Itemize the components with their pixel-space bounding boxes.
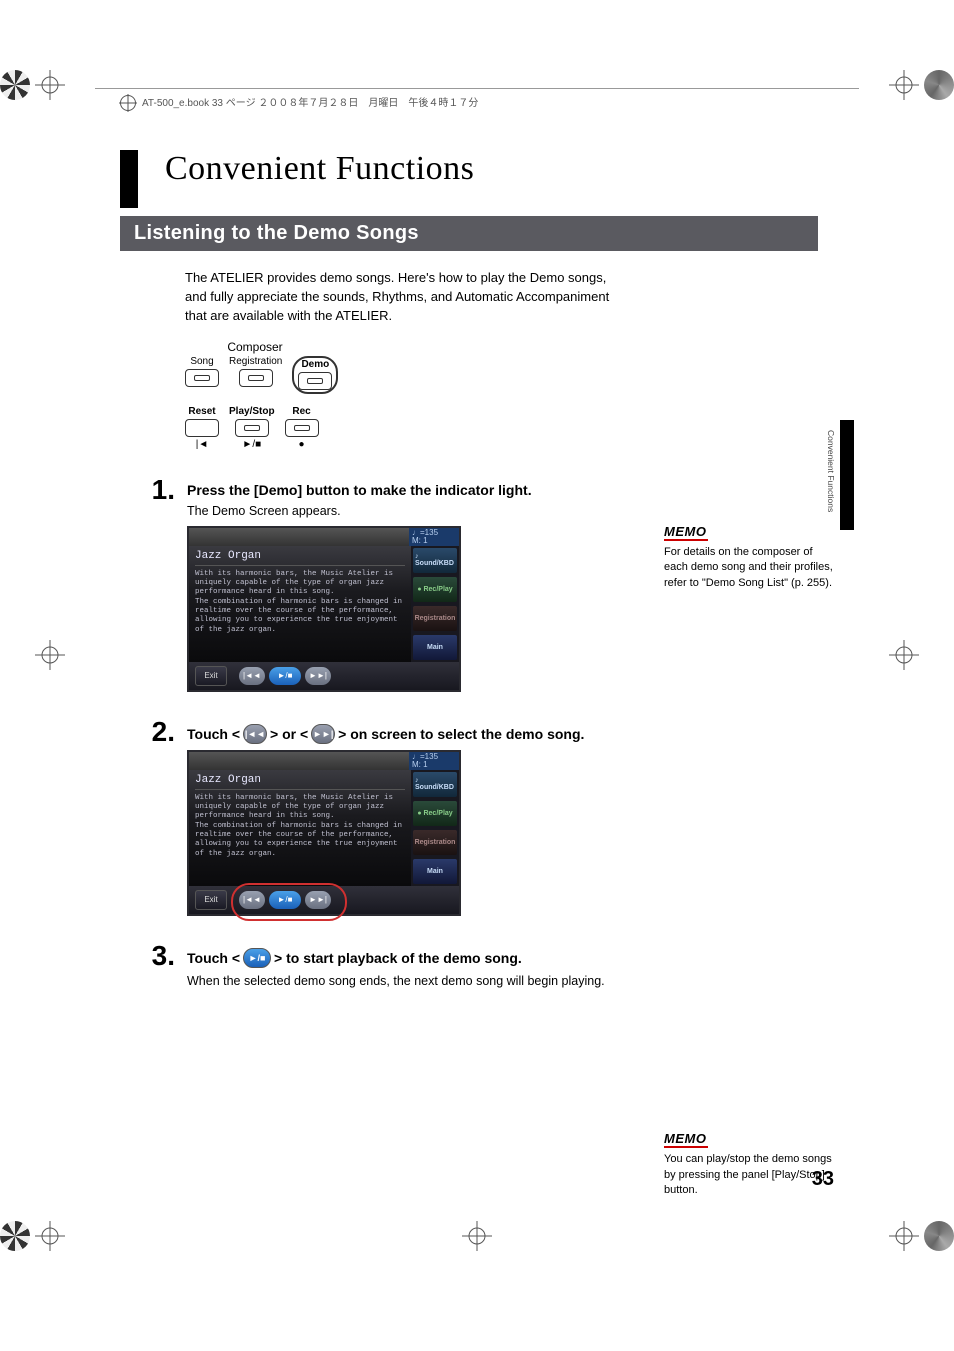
panel-btn-label: Registration [229,356,282,367]
memo-text: You can play/stop the demo songs by pres… [664,1152,834,1198]
sound-kbd-tab[interactable]: ♪ Sound/KBD [413,548,457,573]
rec-icon: ● [299,439,305,450]
panel-group-label: Composer [185,340,325,354]
chapter-title-ornament [120,150,138,208]
panel-btn-label: Reset [188,406,215,417]
rec-button [285,419,319,437]
step-number: 1. [120,476,187,504]
registration-mark [889,70,919,100]
step-number: 3. [120,942,187,970]
step-heading: Press the [Demo] button to make the indi… [187,482,630,498]
demo-screen: ♩=135M: 1 Jazz Organ With its harmonic b… [187,750,461,916]
registration-mark [35,1221,65,1251]
demo-button [298,372,332,390]
demo-song-title: Jazz Organ [195,550,405,566]
step-subtext: The Demo Screen appears. [187,504,630,518]
section-heading: Listening to the Demo Songs [120,216,818,251]
step-heading: Touch < ►/■ > to start playback of the d… [187,948,630,968]
play-stop-icon: ►/■ [242,439,261,450]
step: 1.Press the [Demo] button to make the in… [120,476,630,692]
registration-tab[interactable]: Registration [413,606,457,631]
step-body: Press the [Demo] button to make the indi… [187,476,630,692]
step-heading: Touch < |◄◄ > or < ►►| > on screen to se… [187,724,630,744]
registration-tab[interactable]: Registration [413,830,457,855]
page: AT-500_e.book 33 ページ ２００８年７月２８日 月曜日 午後４時… [0,0,954,1351]
step-body: Touch < |◄◄ > or < ►►| > on screen to se… [187,718,630,916]
panel-btn-label: Song [190,356,213,367]
tempo-display: ♩=135M: 1 [409,752,459,770]
chapter-title: Convenient Functions [165,150,834,188]
transport-panel-diagram: Reset |◄ Play/Stop ►/■ Rec ● [185,406,630,450]
memo-label: MEMO [664,524,708,541]
sound-kbd-tab[interactable]: ♪ Sound/KBD [413,772,457,797]
memo-label: MEMO [664,1131,708,1148]
song-button [185,369,219,387]
page-number: 33 [812,1168,834,1191]
print-mark-color [924,1221,954,1251]
exit-button[interactable]: Exit [195,666,227,686]
next-song-icon[interactable]: ►►| [305,667,331,685]
rec-play-tab[interactable]: ● Rec/Play [413,801,457,826]
prev-song-icon[interactable]: |◄◄ [239,667,265,685]
rec-play-tab[interactable]: ● Rec/Play [413,577,457,602]
prev-icon: |◄◄ [243,724,267,744]
print-mark-bw [0,70,30,100]
chapter-thumb-tab [840,420,854,530]
main-tab[interactable]: Main [413,635,457,660]
step-body: Touch < ►/■ > to start playback of the d… [187,942,630,996]
step: 3.Touch < ►/■ > to start playback of the… [120,942,630,996]
step-subtext: When the selected demo song ends, the ne… [187,974,630,988]
main-tab[interactable]: Main [413,859,457,884]
demo-song-description: With its harmonic bars, the Music Atelie… [195,794,405,860]
reset-icon: |◄ [196,439,209,450]
memo-block: MEMO For details on the composer of each… [664,524,834,591]
next-icon: ►►| [311,724,335,744]
print-mark-color [924,70,954,100]
demo-song-description: With its harmonic bars, the Music Atelie… [195,570,405,636]
print-mark-bw [0,1221,30,1251]
memo-text: For details on the composer of each demo… [664,545,834,591]
play-stop-button [235,419,269,437]
registration-mark [35,70,65,100]
play-icon: ►/■ [243,948,271,968]
trim-line [95,88,859,89]
panel-btn-label: Demo [301,359,329,370]
memo-block: MEMO You can play/stop the demo songs by… [664,1131,834,1198]
intro-paragraph: The ATELIER provides demo songs. Here's … [185,269,615,326]
registration-mark [889,1221,919,1251]
step: 2.Touch < |◄◄ > or < ►►| > on screen to … [120,718,630,916]
step-number: 2. [120,718,187,746]
tempo-display: ♩=135M: 1 [409,528,459,546]
panel-btn-label: Rec [292,406,310,417]
reset-button [185,419,219,437]
play-stop-icon[interactable]: ►/■ [269,667,301,685]
side-column: MEMO For details on the composer of each… [664,524,834,1258]
demo-song-title: Jazz Organ [195,774,405,790]
composer-panel-diagram: Composer Song Registration Demo [185,340,630,394]
main-column: The ATELIER provides demo songs. Here's … [120,269,630,996]
registration-mark [35,640,65,670]
registration-mark [889,640,919,670]
content-area: Convenient Functions Listening to the De… [120,150,834,1231]
panel-btn-label: Play/Stop [229,406,275,417]
demo-screen: ♩=135M: 1 Jazz Organ With its harmonic b… [187,526,461,692]
exit-button[interactable]: Exit [195,890,227,910]
registration-button [239,369,273,387]
document-source-line: AT-500_e.book 33 ページ ２００８年７月２８日 月曜日 午後４時… [120,94,478,111]
